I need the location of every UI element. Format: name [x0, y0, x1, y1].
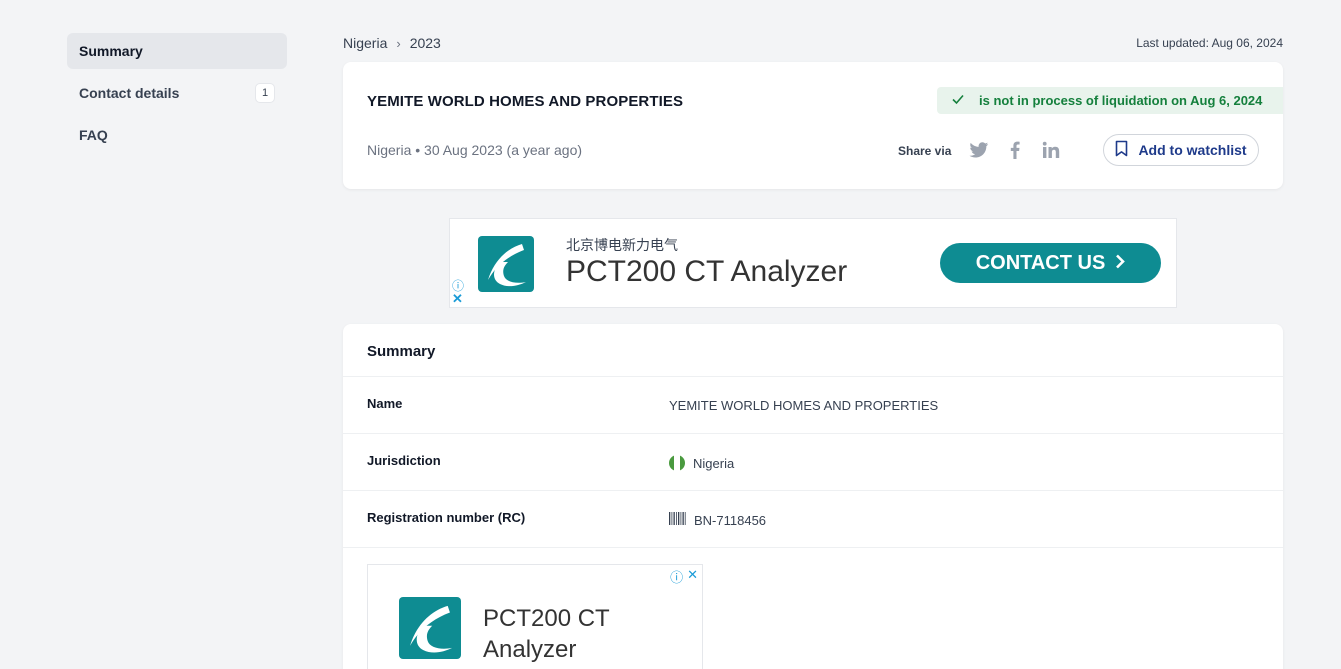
- sidebar-item-contact-details[interactable]: Contact details 1: [67, 75, 287, 111]
- row-value: BN-7118456: [669, 512, 766, 528]
- count-badge: 1: [255, 83, 275, 103]
- chevron-right-icon: [1115, 252, 1126, 275]
- company-name-value: YEMITE WORLD HOMES AND PROPERTIES: [669, 398, 939, 413]
- breadcrumb-link-year[interactable]: 2023: [410, 35, 441, 51]
- sidebar-nav: Summary Contact details 1 FAQ: [67, 33, 287, 159]
- sidebar-item-label: Summary: [79, 43, 143, 59]
- row-label: Registration number (RC): [367, 510, 526, 525]
- summary-row-registration: Registration number (RC) BN-7118456: [343, 490, 1283, 547]
- row-value: YEMITE WORLD HOMES AND PROPERTIES: [669, 398, 938, 413]
- summary-row-name: Name YEMITE WORLD HOMES AND PROPERTIES: [343, 376, 1283, 433]
- ad-logo-icon: [399, 597, 461, 659]
- status-text: is not in process of liquidation on Aug …: [979, 93, 1263, 108]
- ad-banner[interactable]: 北京博电新力电气 PCT200 CT Analyzer CONTACT US ⓘ…: [449, 218, 1177, 308]
- twitter-icon[interactable]: [967, 138, 991, 162]
- summary-card: Summary Name YEMITE WORLD HOMES AND PROP…: [343, 324, 1283, 669]
- last-updated-text: Last updated: Aug 06, 2024: [1136, 36, 1283, 50]
- divider: [343, 547, 1283, 548]
- facebook-icon[interactable]: [1003, 138, 1027, 162]
- summary-heading: Summary: [367, 343, 436, 360]
- watchlist-label: Add to watchlist: [1138, 142, 1247, 158]
- ad-logo-icon: [478, 236, 534, 292]
- ad-close-icon[interactable]: ✕: [687, 567, 698, 586]
- share-label: Share via: [898, 144, 952, 158]
- ad-title: PCT200 CT Analyzer: [566, 255, 848, 288]
- sidebar-item-summary[interactable]: Summary: [67, 33, 287, 69]
- add-to-watchlist-button[interactable]: Add to watchlist: [1103, 134, 1259, 166]
- sidebar-item-label: FAQ: [79, 127, 108, 143]
- chevron-right-icon: ›: [396, 35, 401, 51]
- barcode-icon: [669, 512, 686, 528]
- check-icon: [951, 92, 965, 109]
- contact-us-button[interactable]: CONTACT US: [940, 243, 1161, 283]
- ad-title: PCT200 CT Analyzer: [483, 605, 610, 663]
- sidebar-item-faq[interactable]: FAQ: [67, 117, 287, 153]
- company-meta: Nigeria • 30 Aug 2023 (a year ago): [367, 142, 583, 158]
- row-label: Jurisdiction: [367, 453, 441, 468]
- breadcrumb: Nigeria › 2023: [343, 35, 441, 51]
- summary-row-jurisdiction: Jurisdiction Nigeria: [343, 433, 1283, 490]
- sidebar-item-label: Contact details: [79, 85, 180, 101]
- ad-close-icon[interactable]: ✕: [452, 291, 463, 307]
- cta-label: CONTACT US: [975, 251, 1106, 274]
- row-value: Nigeria: [669, 455, 734, 471]
- status-badge: is not in process of liquidation on Aug …: [937, 87, 1283, 114]
- ad-subtitle: 北京博电新力电气: [566, 237, 678, 253]
- linkedin-icon[interactable]: [1039, 138, 1063, 162]
- breadcrumb-link-nigeria[interactable]: Nigeria: [343, 35, 387, 51]
- row-label: Name: [367, 396, 403, 411]
- ad-info-icon[interactable]: ⓘ: [670, 567, 683, 586]
- company-header-card: YEMITE WORLD HOMES AND PROPERTIES is not…: [343, 62, 1283, 189]
- bookmark-icon: [1115, 140, 1128, 160]
- nigeria-flag-icon: [669, 455, 685, 471]
- jurisdiction-value: Nigeria: [693, 455, 735, 471]
- ad-box[interactable]: ⓘ ✕ PCT200 CT Analyzer: [367, 564, 703, 669]
- registration-number-value: BN-7118456: [694, 512, 767, 528]
- page-title: YEMITE WORLD HOMES AND PROPERTIES: [367, 93, 684, 110]
- ad-controls: ⓘ ✕: [670, 567, 698, 586]
